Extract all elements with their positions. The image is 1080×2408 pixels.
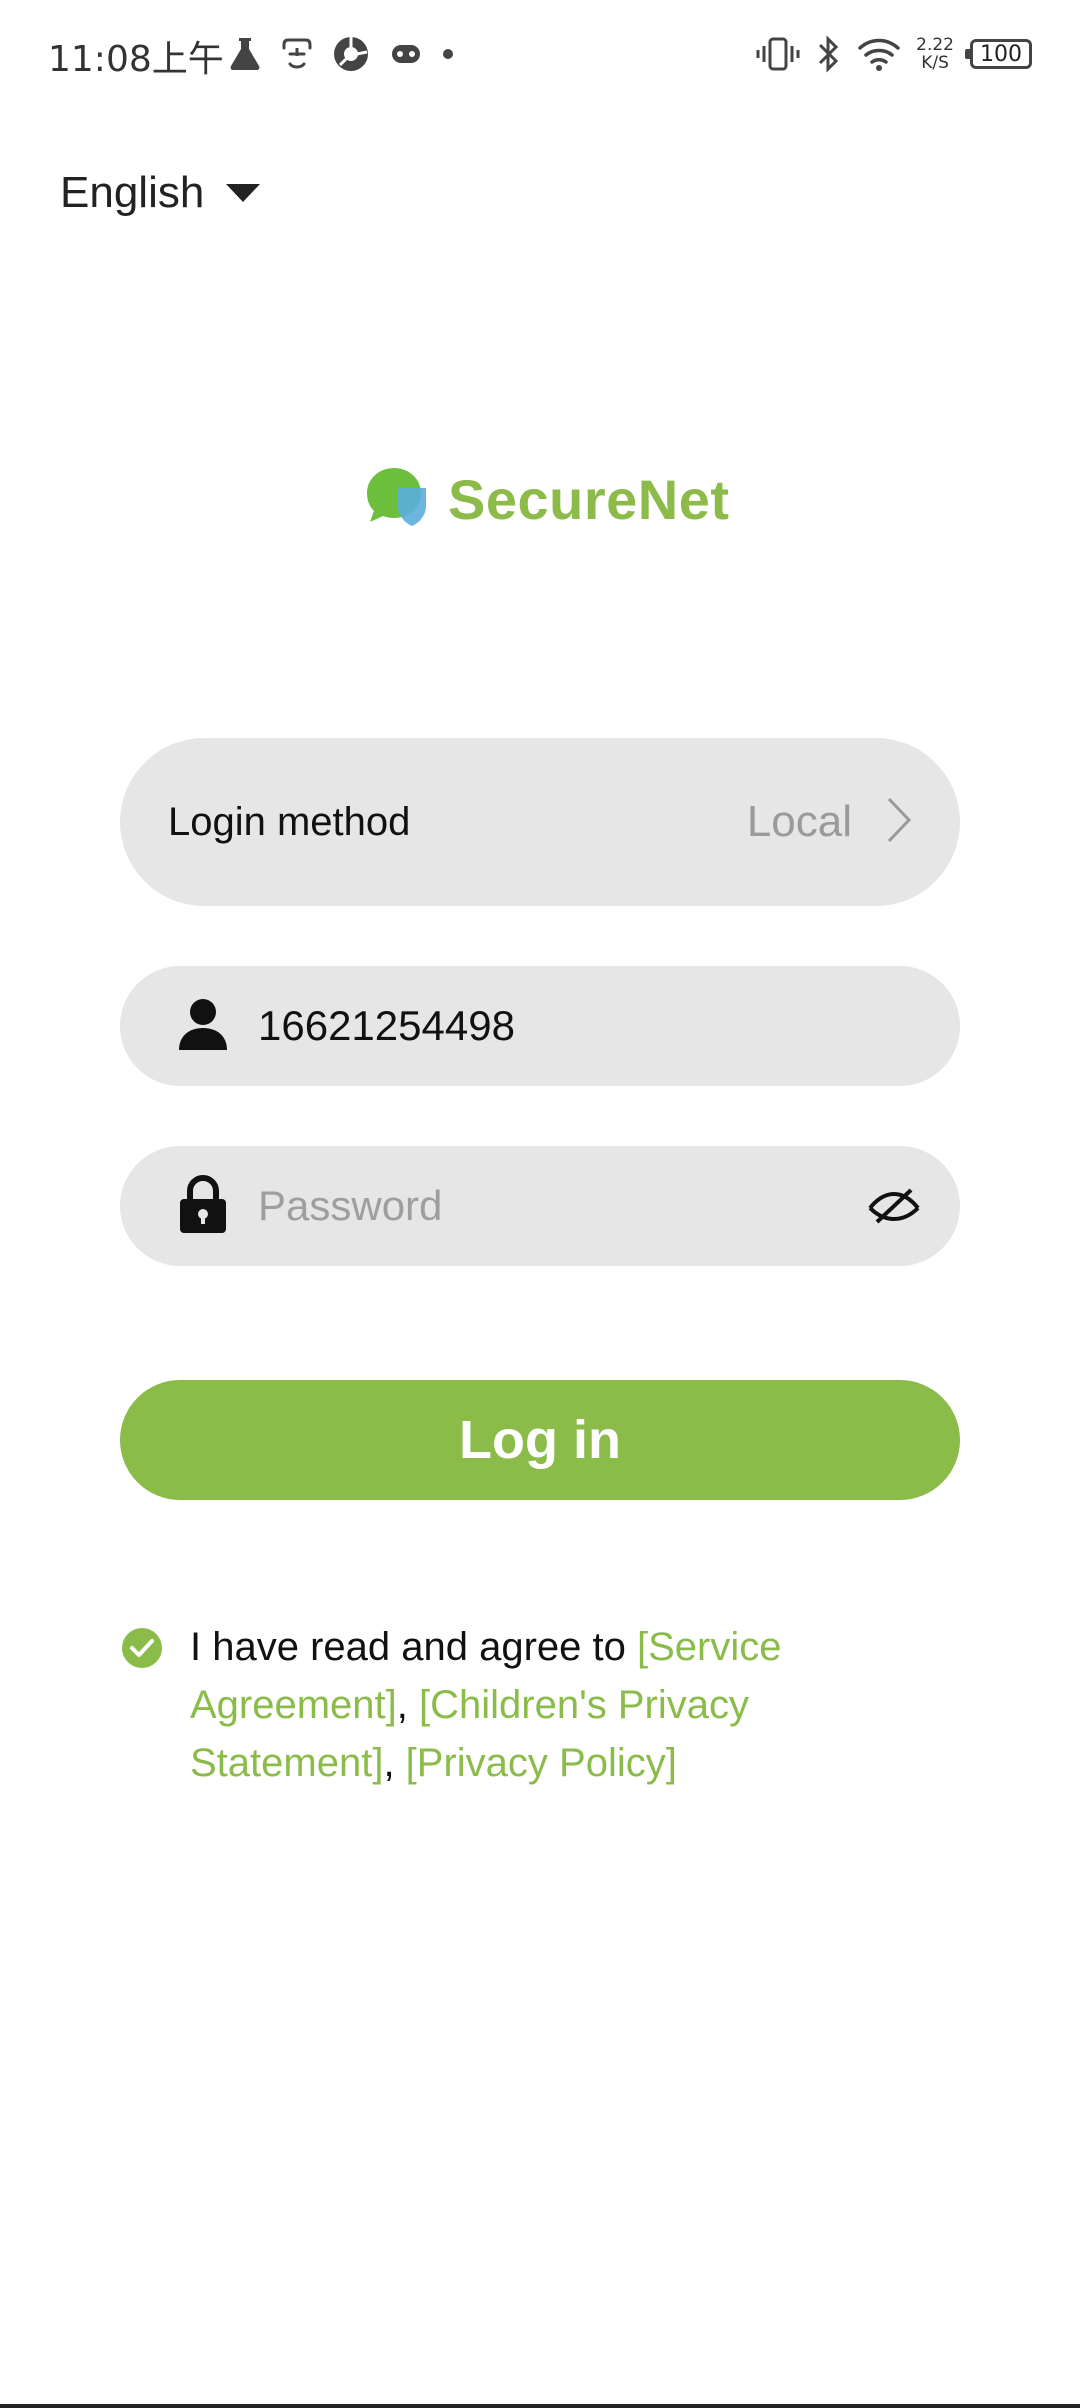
brand-name: SecureNet bbox=[448, 468, 730, 531]
status-bar: 11:08上午 2.22 K/S 100 bbox=[0, 0, 1080, 110]
chevron-right-icon bbox=[886, 796, 912, 849]
chat-bubble-logo-icon bbox=[364, 466, 430, 533]
status-time: 11:08上午 bbox=[48, 39, 224, 80]
password-input[interactable] bbox=[258, 1146, 864, 1266]
agreement-section: I have read and agree to [Service Agreem… bbox=[122, 1618, 842, 1792]
agreement-separator: , bbox=[396, 1683, 420, 1727]
net-speed-value: 2.22 bbox=[916, 35, 954, 55]
battery-level: 100 bbox=[980, 41, 1022, 67]
bluetooth-icon bbox=[816, 35, 842, 73]
agreement-checkbox[interactable] bbox=[122, 1628, 162, 1668]
status-icons-right: 2.22 K/S 100 bbox=[756, 30, 1032, 78]
status-icons-left bbox=[228, 30, 454, 78]
login-button[interactable]: Log in bbox=[120, 1380, 960, 1500]
login-method-label: Login method bbox=[168, 799, 411, 844]
user-icon bbox=[178, 998, 228, 1055]
caret-down-icon bbox=[226, 184, 261, 202]
shutter-app-icon bbox=[332, 35, 370, 73]
agreement-separator: , bbox=[383, 1741, 406, 1785]
login-method-selector[interactable]: Login method Local bbox=[120, 738, 960, 906]
wifi-icon bbox=[858, 37, 900, 71]
username-field-container bbox=[120, 966, 960, 1086]
username-input[interactable] bbox=[258, 966, 960, 1086]
face-id-icon bbox=[282, 36, 312, 72]
net-speed-unit: K/S bbox=[921, 53, 949, 73]
lock-icon bbox=[178, 1174, 228, 1238]
language-label: English bbox=[60, 168, 205, 217]
privacy-policy-link[interactable]: [Privacy Policy] bbox=[406, 1741, 677, 1785]
dot-icon bbox=[442, 48, 454, 60]
bottom-edge bbox=[0, 2404, 1080, 2408]
flask-icon bbox=[228, 36, 262, 72]
password-field-container bbox=[120, 1146, 960, 1266]
battery-icon: 100 bbox=[965, 39, 1032, 69]
agreement-prefix: I have read and agree to bbox=[190, 1625, 637, 1669]
agreement-text: I have read and agree to [Service Agreem… bbox=[190, 1618, 842, 1792]
gamepad-icon bbox=[390, 41, 422, 67]
language-selector[interactable]: English bbox=[60, 168, 261, 218]
brand-logo: SecureNet bbox=[364, 466, 730, 533]
net-speed: 2.22 K/S bbox=[916, 36, 954, 72]
login-method-value: Local bbox=[746, 797, 852, 846]
eye-off-icon[interactable] bbox=[864, 1176, 924, 1236]
vibrate-icon bbox=[756, 36, 800, 72]
